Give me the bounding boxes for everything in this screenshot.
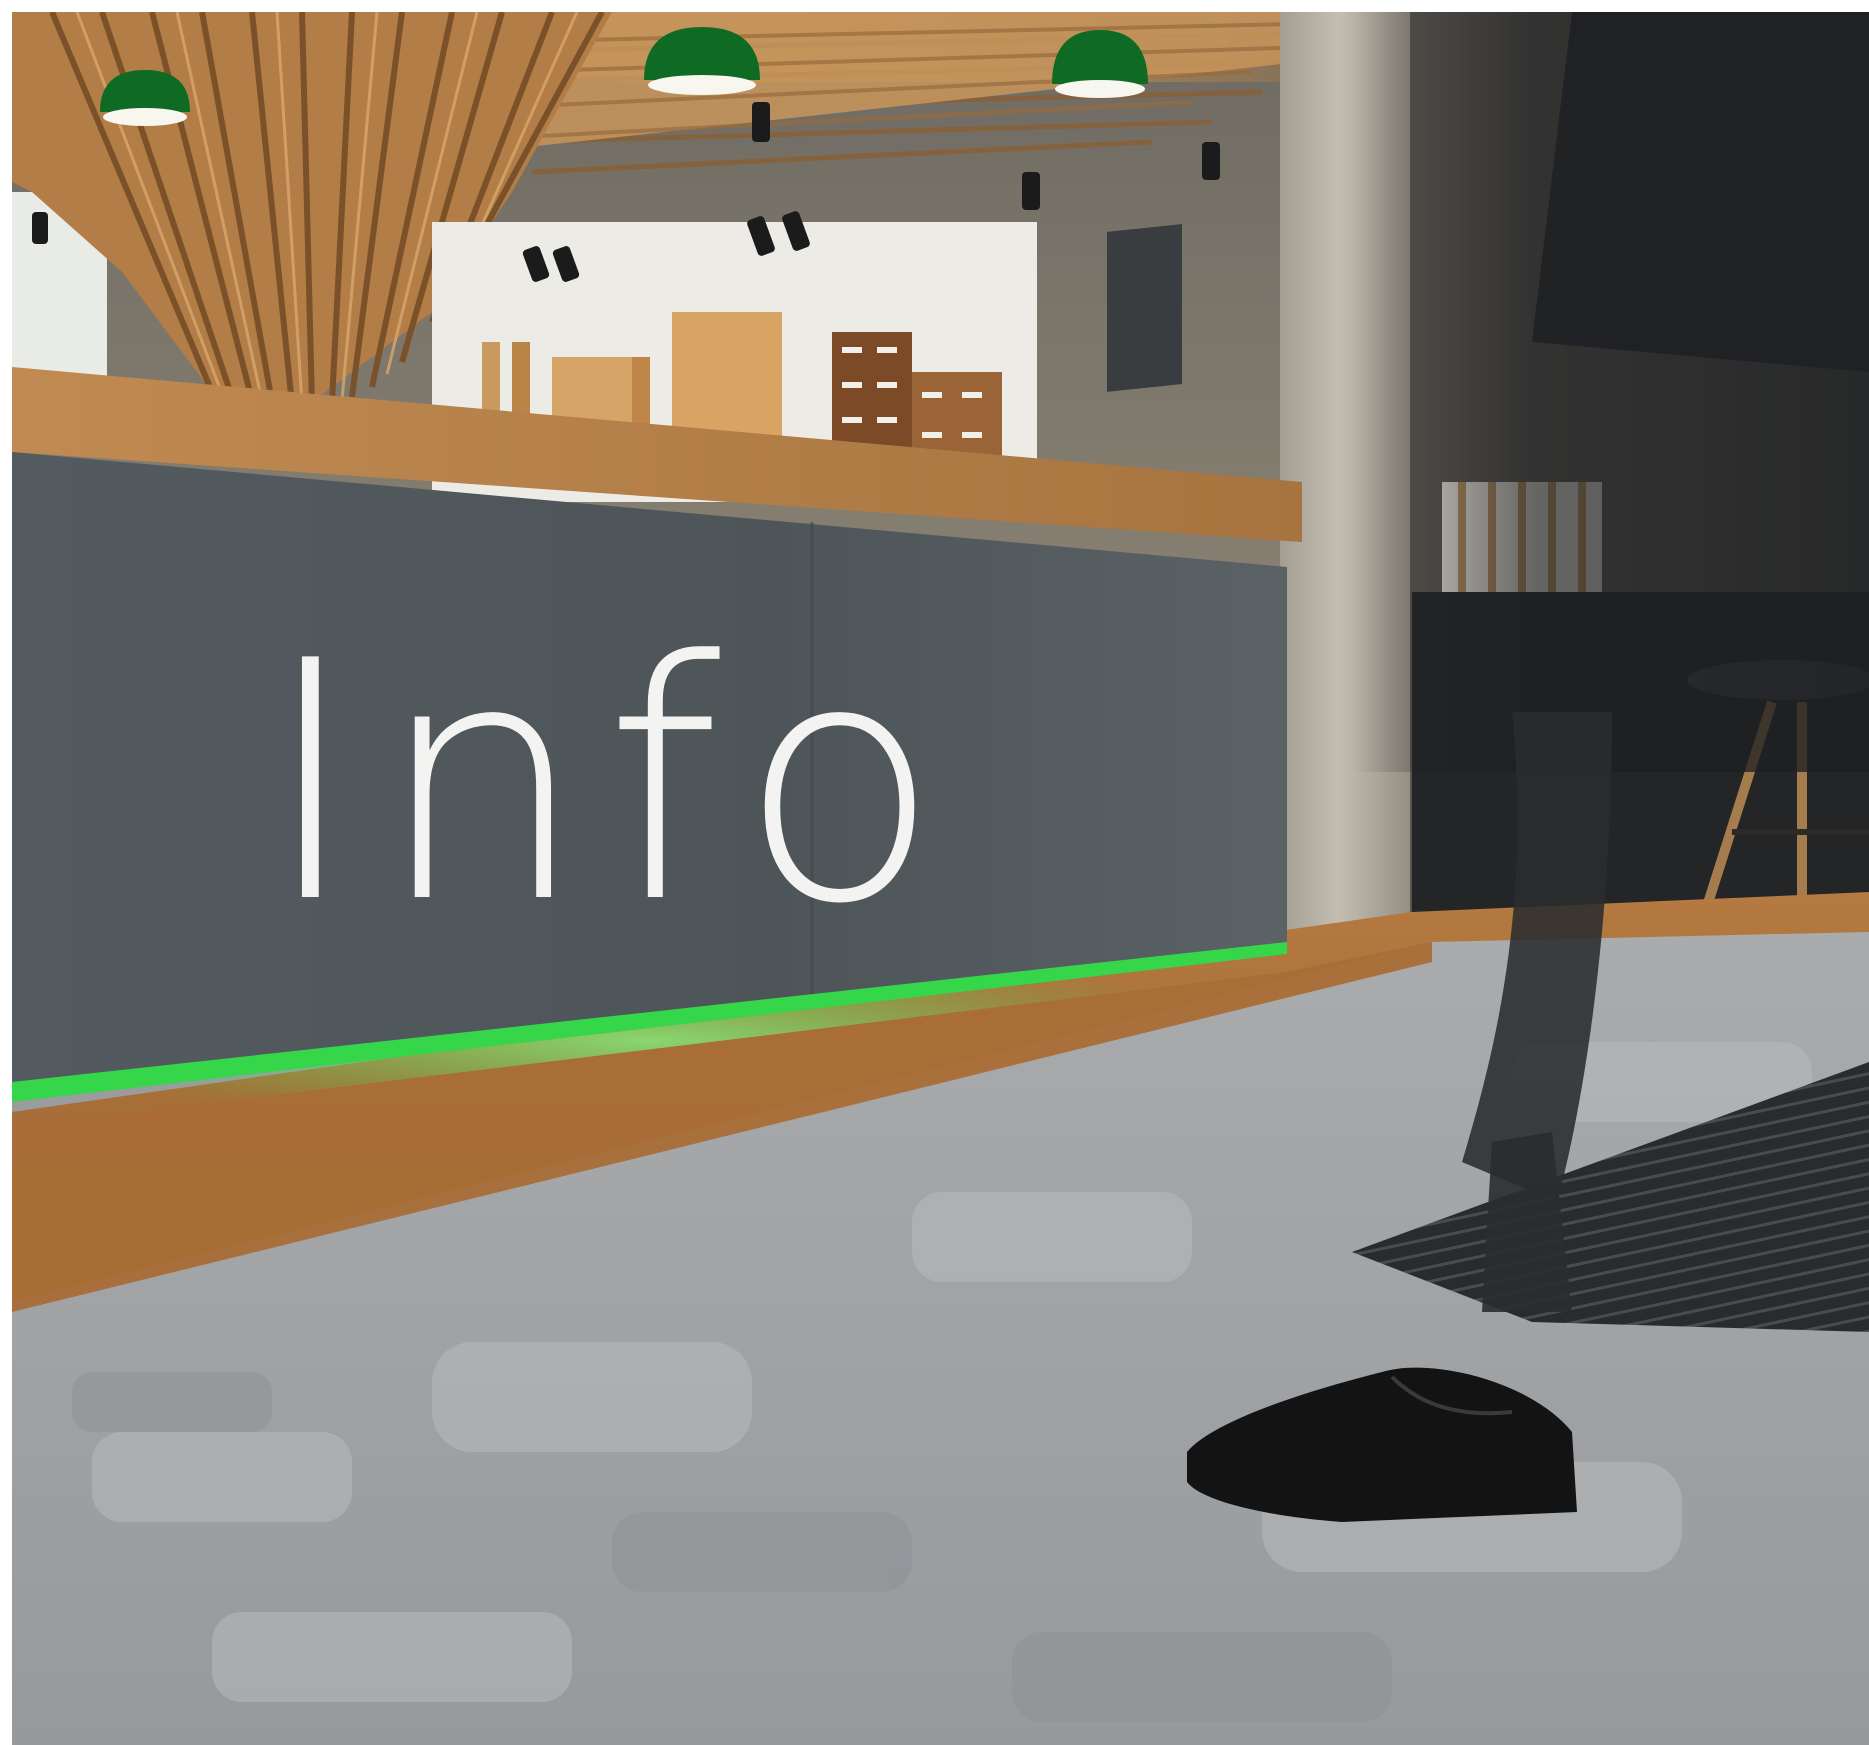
info-desk-photo: Info xyxy=(12,12,1869,1745)
info-sign: Info xyxy=(262,591,959,975)
wall-screen xyxy=(1107,224,1182,392)
